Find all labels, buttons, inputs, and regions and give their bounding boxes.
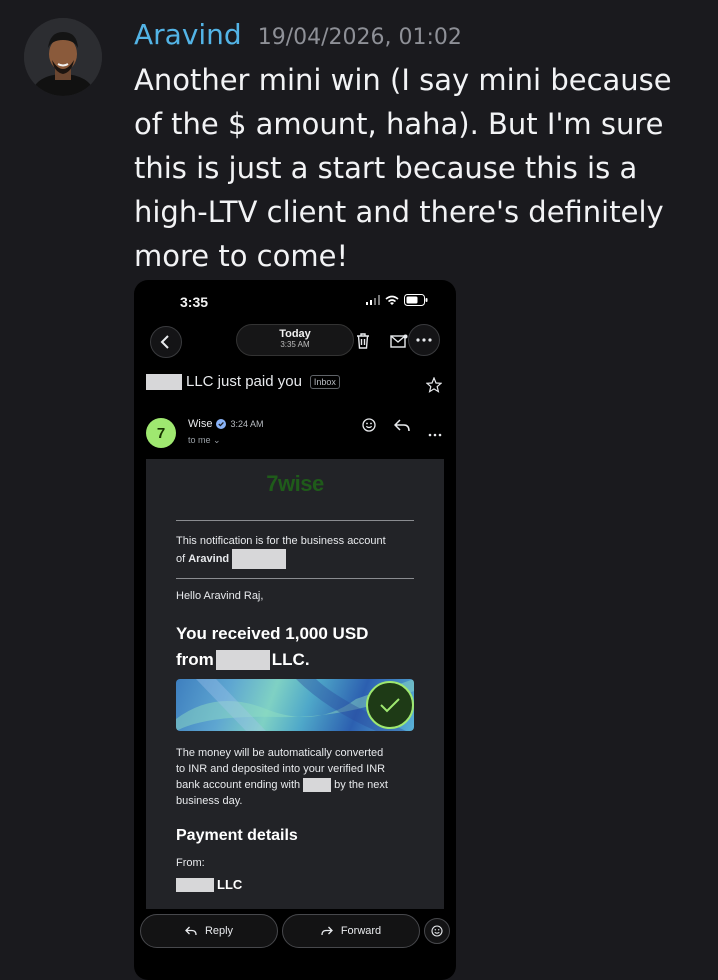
headline-suffix: LLC.: [271, 650, 310, 669]
author-name[interactable]: Aravind: [134, 18, 242, 51]
body-line-3-suffix: by the next: [334, 779, 388, 791]
conversation-date-pill: Today 3:35 AM: [236, 324, 354, 356]
from-value-text: LLC: [217, 877, 243, 892]
emoji-button[interactable]: [424, 918, 450, 944]
email-screenshot: 3:35 Today 3:35 AM LLC just paid you Inb…: [134, 280, 456, 980]
body-line-1: The money will be automatically converte…: [176, 747, 384, 759]
account-notice: This notification is for the business ac…: [176, 533, 414, 569]
body-line-3-prefix: bank account ending with: [176, 779, 301, 791]
body-line-4: business day.: [176, 795, 243, 807]
conversion-notice: The money will be automatically converte…: [176, 745, 414, 809]
more-horizontal-icon: [428, 433, 442, 437]
wifi-icon: [385, 295, 399, 305]
email-body: 7wise This notification is for the busin…: [146, 459, 444, 909]
headline-prefix: from: [176, 650, 214, 669]
account-name: Aravind: [188, 553, 230, 565]
payment-details-title: Payment details: [176, 827, 298, 844]
forward-icon: [321, 926, 333, 936]
emoji-react-button[interactable]: [362, 418, 376, 437]
more-options-button[interactable]: [408, 324, 440, 356]
forward-button[interactable]: Forward: [282, 914, 420, 948]
redacted-block: [176, 877, 214, 892]
email-subject: LLC just paid you Inbox: [146, 373, 340, 390]
recipient-toggle[interactable]: to me ⌄: [188, 435, 221, 446]
reply-label: Reply: [204, 925, 234, 937]
battery-icon: [404, 294, 428, 306]
trash-icon: [357, 333, 369, 349]
reply-icon-button[interactable]: [393, 419, 410, 437]
body-line-2: to INR and deposited into your verified …: [176, 763, 386, 775]
wise-logo: 7wise: [266, 471, 324, 496]
success-check: [366, 681, 414, 729]
signal-icon: [366, 295, 380, 305]
user-avatar[interactable]: [24, 18, 102, 96]
message-more-button[interactable]: [428, 424, 442, 442]
email-action-bar: Reply Forward: [140, 914, 452, 950]
forward-label: Forward: [340, 925, 382, 937]
reply-icon: [185, 926, 197, 936]
emoji-icon: [362, 418, 376, 432]
emoji-icon: [431, 925, 443, 937]
mark-unread-button[interactable]: [390, 334, 408, 353]
greeting: Hello Aravind Raj,: [176, 590, 264, 602]
from-value: LLC: [176, 877, 242, 892]
back-button[interactable]: [150, 326, 182, 358]
inbox-badge[interactable]: Inbox: [309, 374, 340, 389]
today-label: Today: [279, 328, 311, 340]
message-text: Another mini win (I say mini because of …: [134, 63, 672, 273]
redacted-block: [215, 650, 270, 670]
mail-icon: [390, 334, 408, 348]
chevron-left-icon: [160, 335, 169, 349]
redacted-block: [146, 373, 182, 390]
chevron-down-icon: ⌄: [213, 435, 221, 445]
image-attachment[interactable]: 3:35 Today 3:35 AM LLC just paid you Inb…: [134, 280, 456, 980]
delete-button[interactable]: [356, 333, 370, 354]
divider: [176, 578, 414, 579]
recipient-text: to me: [188, 435, 211, 445]
from-label: From:: [176, 857, 205, 869]
subject-text: LLC just paid you: [186, 373, 302, 390]
status-bar-time: 3:35: [180, 294, 209, 310]
message-header: Aravind 19/04/2026, 01:02: [134, 18, 462, 51]
reply-icon: [393, 419, 410, 432]
star-button[interactable]: [425, 376, 443, 398]
sender-avatar[interactable]: 7: [146, 418, 176, 448]
star-icon: [425, 376, 443, 393]
headline-line-1: You received 1,000 USD: [176, 624, 369, 643]
reply-button[interactable]: Reply: [140, 914, 278, 948]
redacted-block: [303, 778, 332, 792]
sender-time: 3:24 AM: [230, 419, 264, 429]
divider: [176, 520, 414, 521]
redacted-block: [232, 549, 287, 569]
success-banner: [176, 679, 414, 731]
notice-line-1: This notification is for the business ac…: [176, 535, 386, 547]
notice-prefix: of: [176, 553, 186, 565]
today-time: 3:35 AM: [280, 340, 310, 349]
checkmark-icon: [380, 698, 400, 713]
verified-icon: [216, 419, 227, 429]
payment-headline: You received 1,000 USD from LLC.: [176, 621, 426, 673]
more-horizontal-icon: [416, 338, 432, 342]
status-bar-icons: [366, 294, 428, 306]
sender-name[interactable]: Wise: [188, 418, 212, 430]
message-timestamp: 19/04/2026, 01:02: [257, 25, 462, 50]
sender-line: Wise 3:24 AM: [188, 418, 263, 430]
